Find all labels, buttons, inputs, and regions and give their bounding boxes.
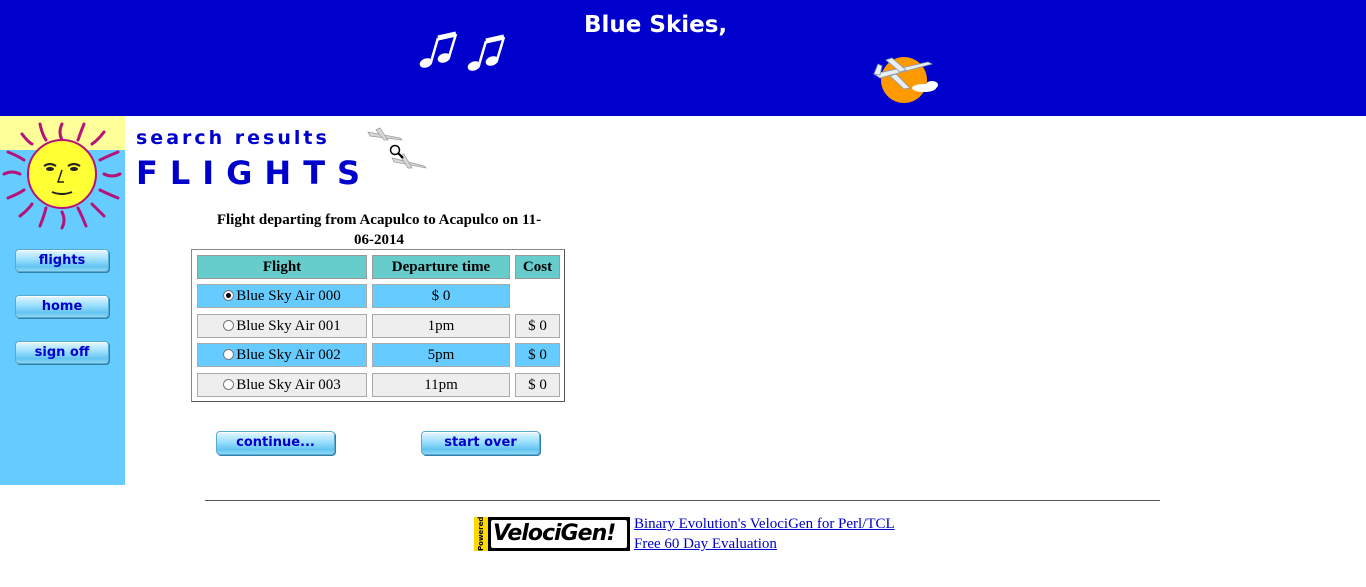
table-row-flight-000[interactable]: Blue Sky Air 000 [197,284,367,308]
header-banner: Blue Skies, [0,0,1366,116]
departure-time-cell: 5pm [372,343,510,367]
cost-cell: $ 0 [515,373,560,397]
flight-radio-003[interactable] [223,379,235,390]
powered-by-label: Powered By [474,517,499,551]
flight-radio-000[interactable] [223,290,235,301]
column-header-departure: Departure time [372,255,510,279]
flight-name: Blue Sky Air 002 [236,347,341,363]
music-notes-icon [419,31,506,71]
velocigen-logo-text: VelociGen! [493,521,616,546]
page-subtitle: search results [136,127,330,149]
sign-off-button[interactable]: sign off [15,341,109,364]
page-title: FLIGHTS [136,154,373,192]
column-header-cost: Cost [515,255,560,279]
planes-magnifier-icon [367,127,428,169]
flight-name: Blue Sky Air 003 [236,377,341,393]
velocigen-logo-panel: VelociGen! [491,520,627,548]
divider [205,500,1160,501]
flight-radio-002[interactable] [223,349,235,360]
sidebar: flights home sign off [0,116,125,485]
table-row-flight-003[interactable]: Blue Sky Air 003 [197,373,367,397]
flight-name: Blue Sky Air 001 [236,318,341,334]
free-evaluation-link[interactable]: Free 60 Day Evaluation [634,536,777,553]
velocigen-link[interactable]: Binary Evolution's VelociGen for Perl/TC… [634,516,895,533]
table-row-flight-002[interactable]: Blue Sky Air 002 [197,343,367,367]
departure-time-cell: 11pm [372,373,510,397]
table-row-flight-001[interactable]: Blue Sky Air 001 [197,314,367,338]
column-header-flight: Flight [197,255,367,279]
continue-button[interactable]: continue... [216,431,335,455]
home-button[interactable]: home [15,295,109,318]
flight-route-heading: Flight departing from Acapulco to Acapul… [216,212,542,248]
flights-button[interactable]: flights [15,249,109,272]
flight-name: Blue Sky Air 000 [236,288,341,304]
plane-sun-icon [872,57,938,103]
velocigen-logo[interactable]: Powered By VelociGen! [474,517,630,551]
cost-cell: $ 0 [515,314,560,338]
departure-time-cell: 1pm [372,314,510,338]
cost-cell: $ 0 [515,343,560,367]
start-over-button[interactable]: start over [421,431,540,455]
site-title: Blue Skies, [584,12,728,38]
sun-face-icon [0,116,125,230]
departure-time-cell: $ 0 [372,284,510,308]
flight-radio-001[interactable] [223,320,235,331]
